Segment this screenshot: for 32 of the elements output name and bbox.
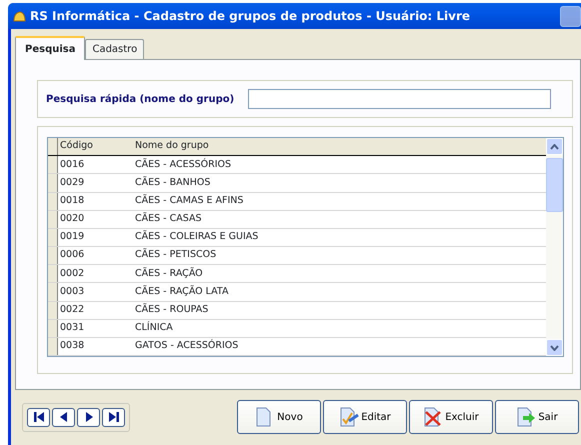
edit-button[interactable]: Editar [323, 400, 407, 434]
table-cell-text: 0029 [59, 176, 86, 190]
table-cell-text: 0016 [59, 158, 86, 172]
table-cell-text: 0020 [59, 212, 86, 226]
table-cell-text: CÃES - PETISCOS [134, 248, 218, 262]
new-button[interactable]: Novo [237, 400, 321, 434]
tab[interactable]: Cadastro [85, 39, 144, 59]
table-cell-text: 0038 [59, 339, 86, 354]
table-cell-text: 0031 [59, 321, 86, 336]
table-cell-text: 0003 [59, 284, 86, 299]
table-cell-text: CÃES - RAÇÃO [134, 266, 204, 281]
table-cell-text: CÃES - COLEIRAS E GUIAS [134, 230, 260, 244]
table-cell-text: CÃES - ACESSÓRIOS [134, 158, 232, 172]
table-cell-text: CÃES - RAÇÃO LATA [134, 284, 230, 299]
table-cell-text: CÃES - ROUPAS [134, 303, 210, 317]
delete-button[interactable]: Excluir [409, 400, 493, 434]
tab[interactable]: Pesquisa [15, 36, 86, 60]
column-header[interactable]: Código [58, 139, 133, 154]
window-title: RS Informática - Cadastro de grupos de produtos - Usuário: Livre [30, 8, 470, 25]
table-cell-text: CLÍNICA [134, 321, 174, 336]
table-cell-text: CÃES - CASAS [134, 212, 202, 226]
table-cell-text: 0022 [59, 303, 86, 317]
table-cell-text: CÃES - BANHOS [134, 176, 212, 190]
table-cell-text: 0006 [59, 248, 86, 262]
table-cell-text: 0002 [59, 266, 86, 281]
column-header[interactable]: Nome do grupo [133, 139, 546, 154]
table-cell-text: 0018 [59, 194, 86, 208]
exit-button[interactable]: Sair [495, 400, 579, 434]
table-cell-text: CÃES - CAMAS E AFINS [134, 194, 244, 208]
table-cell-text: GATOS - ACESSÓRIOS [134, 339, 240, 354]
search-label: Pesquisa rápida (nome do grupo) [46, 92, 234, 106]
table-cell-text: 0019 [59, 230, 86, 244]
